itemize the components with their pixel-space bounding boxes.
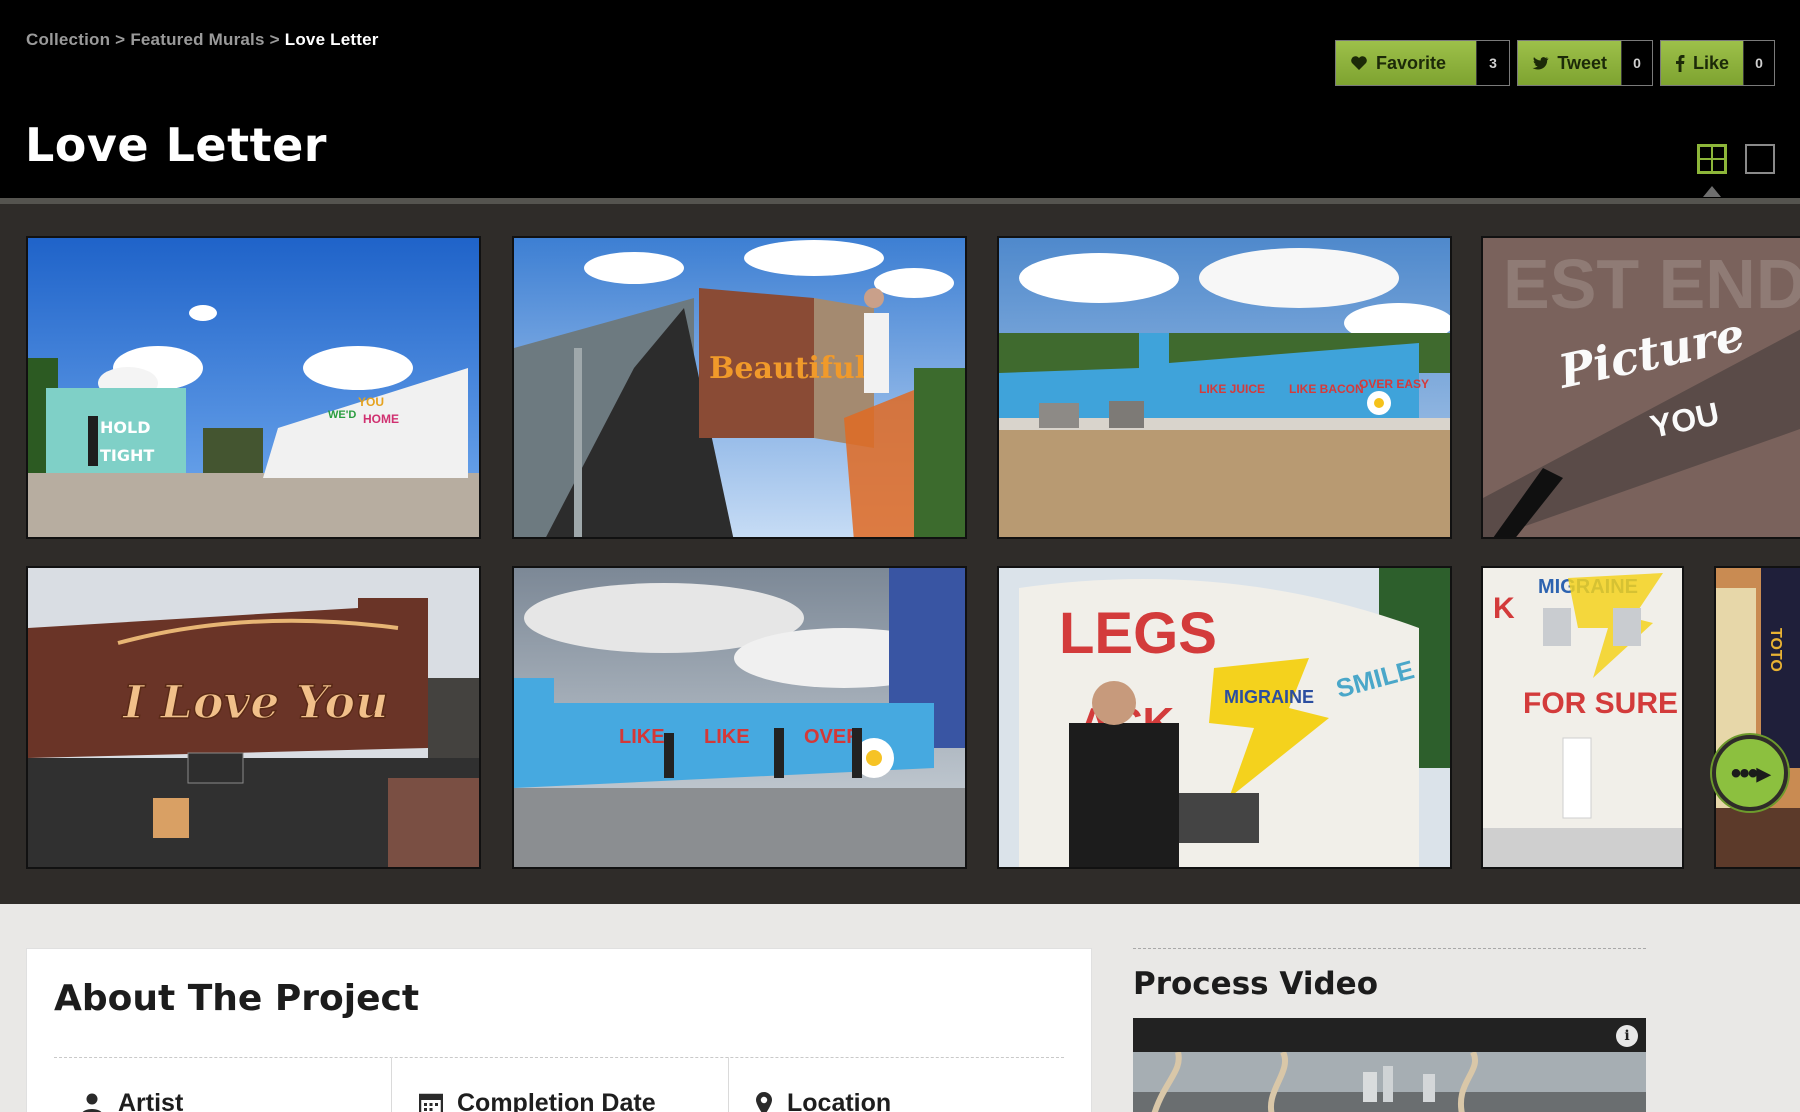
gallery-image[interactable]: HOLD TIGHT YOU HOME WE'D xyxy=(26,236,481,539)
meta-location: Location xyxy=(728,1057,1065,1112)
meta-artist-label: Artist xyxy=(118,1089,184,1112)
breadcrumb-separator: > xyxy=(269,30,280,49)
single-view-icon[interactable] xyxy=(1745,144,1775,174)
svg-text:EST END: EST END xyxy=(1503,245,1800,323)
meta-artist: Artist xyxy=(54,1057,391,1112)
svg-text:MIGRAINE: MIGRAINE xyxy=(1224,687,1314,707)
gallery-image[interactable]: LEGS ACK MIGRAINE SMILE xyxy=(997,566,1452,869)
breadcrumb-separator: > xyxy=(115,30,126,49)
map-pin-icon xyxy=(756,1091,772,1112)
meta-completion-date-label: Completion Date xyxy=(457,1089,656,1112)
svg-text:Beautiful: Beautiful xyxy=(709,351,866,386)
about-card: About The Project Artist Completion Date… xyxy=(26,948,1092,1112)
gallery-image[interactable]: I Love You xyxy=(26,566,481,869)
like-widget: Like 0 xyxy=(1660,40,1775,86)
gallery-image[interactable]: MIGRAINE K FOR SURE xyxy=(1481,566,1684,869)
like-label: Like xyxy=(1692,52,1729,73)
info-icon[interactable]: i xyxy=(1616,1025,1638,1047)
svg-text:OVER EASY: OVER EASY xyxy=(1359,377,1429,391)
favorite-label: Favorite xyxy=(1376,52,1447,73)
svg-text:LIKE: LIKE xyxy=(619,726,665,748)
svg-text:LIKE JUICE: LIKE JUICE xyxy=(1199,382,1265,396)
favorite-button[interactable]: Favorite xyxy=(1336,41,1477,85)
gallery-image[interactable]: Beautiful xyxy=(512,236,967,539)
favorite-count: 3 xyxy=(1489,55,1497,71)
svg-text:LEGS: LEGS xyxy=(1059,601,1217,666)
favorite-widget: Favorite 3 xyxy=(1335,40,1510,86)
heart-icon xyxy=(1351,56,1367,70)
page-title: Love Letter xyxy=(25,118,327,172)
svg-text:HOME: HOME xyxy=(363,412,399,426)
gallery-image[interactable]: LIKE LIKE OVER xyxy=(512,566,967,869)
page-header: Collection > Featured Murals > Love Letter L… xyxy=(0,0,1800,198)
project-details: About The Project Artist Completion Date… xyxy=(0,904,1800,1112)
meta-location-label: Location xyxy=(787,1089,892,1112)
svg-text:YOU: YOU xyxy=(358,395,384,409)
photo-gallery: HOLD TIGHT YOU HOME WE'D Beautiful LIKE … xyxy=(0,198,1800,904)
gallery-image[interactable]: TOTO xyxy=(1714,566,1800,869)
about-title: About The Project xyxy=(54,978,420,1019)
svg-text:WE'D: WE'D xyxy=(328,409,356,421)
video-thumbnail[interactable] xyxy=(1133,1052,1646,1112)
facebook-icon xyxy=(1675,55,1685,72)
svg-text:TIGHT: TIGHT xyxy=(100,446,154,465)
meta-completion-date: Completion Date xyxy=(391,1057,728,1112)
svg-text:LIKE BACON: LIKE BACON xyxy=(1289,382,1364,396)
calendar-icon xyxy=(419,1093,443,1112)
grid-view-icon[interactable] xyxy=(1697,144,1727,174)
breadcrumb-link-collection[interactable]: Collection xyxy=(26,30,110,49)
gallery-image[interactable]: EST END Picture YOU xyxy=(1481,236,1800,539)
tweet-count: 0 xyxy=(1633,55,1641,71)
more-arrow-icon[interactable]: •••▸ xyxy=(1712,735,1788,811)
video-top-bar: i xyxy=(1133,1018,1646,1052)
person-icon xyxy=(82,1093,102,1112)
svg-text:I Love You: I Love You xyxy=(121,675,389,729)
svg-text:K: K xyxy=(1493,592,1515,625)
svg-text:LIKE: LIKE xyxy=(704,726,750,748)
like-button[interactable]: Like xyxy=(1661,41,1744,85)
tweet-button[interactable]: Tweet xyxy=(1518,41,1622,85)
breadcrumb-link-featured-murals[interactable]: Featured Murals xyxy=(130,30,264,49)
svg-text:TOTO: TOTO xyxy=(1767,628,1784,672)
tweet-label: Tweet xyxy=(1557,52,1607,73)
twitter-bird-icon xyxy=(1532,56,1549,70)
breadcrumb-current: Love Letter xyxy=(284,30,379,49)
svg-text:HOLD: HOLD xyxy=(100,418,150,437)
like-count: 0 xyxy=(1755,55,1763,71)
video-player[interactable]: i xyxy=(1133,1018,1646,1112)
divider xyxy=(1133,948,1646,949)
breadcrumb: Collection > Featured Murals > Love Letter xyxy=(26,30,379,50)
gallery-image[interactable]: LIKE JUICE LIKE BACON OVER EASY xyxy=(997,236,1452,539)
tweet-widget: Tweet 0 xyxy=(1517,40,1653,86)
process-video-title: Process Video xyxy=(1133,966,1378,1002)
active-view-caret xyxy=(1703,186,1721,197)
svg-text:FOR SURE: FOR SURE xyxy=(1523,687,1678,720)
